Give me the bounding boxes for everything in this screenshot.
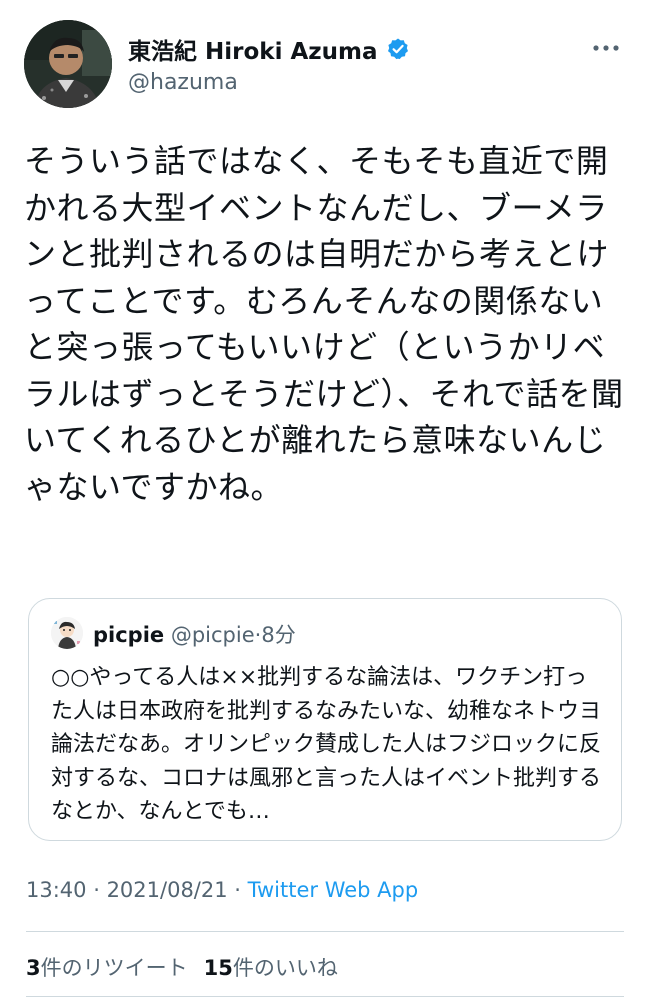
divider: [26, 996, 624, 997]
tweet-source-link[interactable]: Twitter Web App: [248, 878, 419, 902]
quoted-timestamp[interactable]: 8分: [261, 623, 295, 647]
user-avatar-photo-icon: [24, 20, 112, 108]
tweet-stats: 3件のリツイート 15件のいいね: [26, 952, 338, 982]
user-avatar-illustration-icon: [51, 617, 83, 649]
retweets-stat[interactable]: 3件のリツイート: [26, 956, 188, 980]
author-handle[interactable]: @hazuma: [128, 70, 410, 95]
quoted-tweet-text: ○○やってる人は××批判するな論法は、ワクチン打った人は日本政府を批判するなみた…: [51, 665, 601, 824]
quoted-author-name[interactable]: picpie: [93, 623, 164, 647]
quoted-tweet-header: picpie @picpie·8分: [93, 619, 296, 649]
divider: [26, 931, 624, 932]
tweet-date[interactable]: 2021/08/21: [107, 878, 228, 902]
meta-separator: ·: [227, 878, 248, 902]
quoted-author-handle[interactable]: @picpie: [171, 623, 255, 647]
quoted-tweet-card[interactable]: picpie @picpie·8分 ○○やってる人は××批判するな論法は、ワクチ…: [28, 598, 622, 841]
tweet-time[interactable]: 13:40: [26, 878, 87, 902]
likes-count: 15: [203, 956, 233, 980]
tweet-header: 東浩紀 Hiroki Azuma @hazuma: [24, 20, 626, 108]
retweets-label: 件のリツイート: [40, 956, 188, 980]
meta-separator: ·: [86, 878, 107, 902]
author-avatar[interactable]: [24, 20, 112, 108]
author-display-name[interactable]: 東浩紀 Hiroki Azuma: [128, 32, 378, 66]
more-dots-icon[interactable]: [590, 38, 622, 58]
likes-stat[interactable]: 15件のいいね: [204, 956, 338, 980]
tweet-text: そういう話ではなく、そもそも直近で開かれる大型イベントなんだし、ブーメランと批判…: [24, 142, 624, 506]
verified-badge-icon: [387, 38, 408, 60]
retweets-count: 3: [26, 956, 41, 980]
quoted-author-avatar[interactable]: [51, 617, 83, 649]
likes-label: 件のいいね: [232, 956, 338, 980]
tweet-metadata: 13:40 · 2021/08/21 · Twitter Web App: [26, 878, 418, 902]
